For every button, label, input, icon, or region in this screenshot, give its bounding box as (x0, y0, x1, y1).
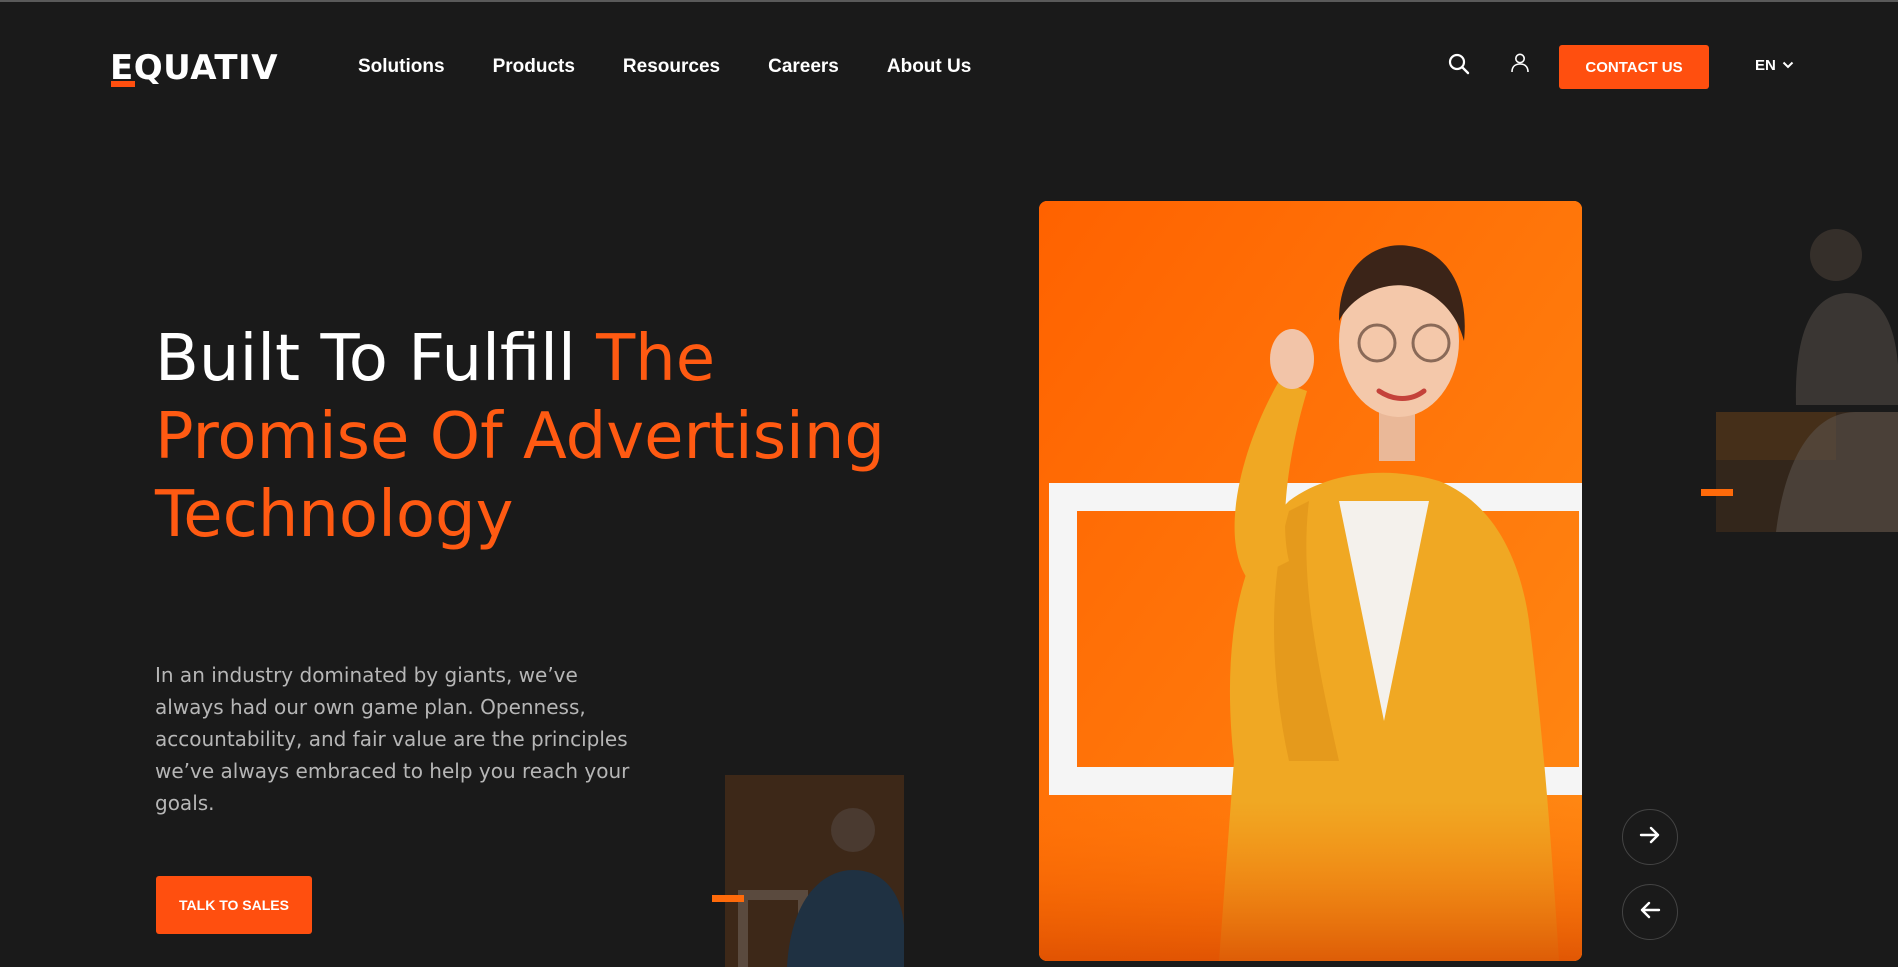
nav-item-products[interactable]: Products (493, 56, 575, 78)
next-slide-image (1716, 412, 1898, 532)
logo-accent-bar (111, 81, 135, 87)
side-accent-bar (1701, 489, 1733, 496)
search-icon[interactable] (1447, 52, 1473, 78)
small-slide-image (725, 775, 904, 967)
user-icon[interactable] (1508, 51, 1534, 77)
carousel-prev-button[interactable] (1622, 884, 1678, 940)
arrow-right-icon (1639, 826, 1661, 849)
equativ-logo[interactable]: EQUATIV (110, 50, 278, 88)
chevron-down-icon (1782, 57, 1794, 74)
hero-headline: Built To Fulfill The Promise Of Advertis… (155, 320, 915, 554)
headline-orange-3: Technology (155, 478, 514, 552)
nav-item-careers[interactable]: Careers (768, 56, 839, 78)
headline-orange-2: Promise Of Advertising (155, 400, 885, 474)
top-border (0, 0, 1898, 2)
contact-us-button[interactable]: CONTACT US (1559, 45, 1709, 89)
nav-item-resources[interactable]: Resources (623, 56, 720, 78)
headline-orange-1: The (596, 322, 716, 396)
headline-white: Built To Fulfill (155, 322, 597, 396)
carousel-next-button[interactable] (1622, 809, 1678, 865)
main-slide-image (1039, 201, 1582, 961)
next-slide-figure (1776, 215, 1898, 405)
main-nav: Solutions Products Resources Careers Abo… (358, 56, 1019, 78)
language-selector[interactable]: EN (1755, 57, 1794, 74)
logo-text: EQUATIV (110, 48, 279, 88)
arrow-left-icon (1639, 901, 1661, 924)
hero-description: In an industry dominated by giants, we’v… (155, 663, 630, 815)
nav-item-about-us[interactable]: About Us (887, 56, 971, 78)
nav-item-solutions[interactable]: Solutions (358, 56, 445, 78)
talk-to-sales-button[interactable]: TALK TO SALES (156, 876, 312, 934)
small-accent-bar (712, 895, 744, 902)
language-label: EN (1755, 57, 1776, 74)
